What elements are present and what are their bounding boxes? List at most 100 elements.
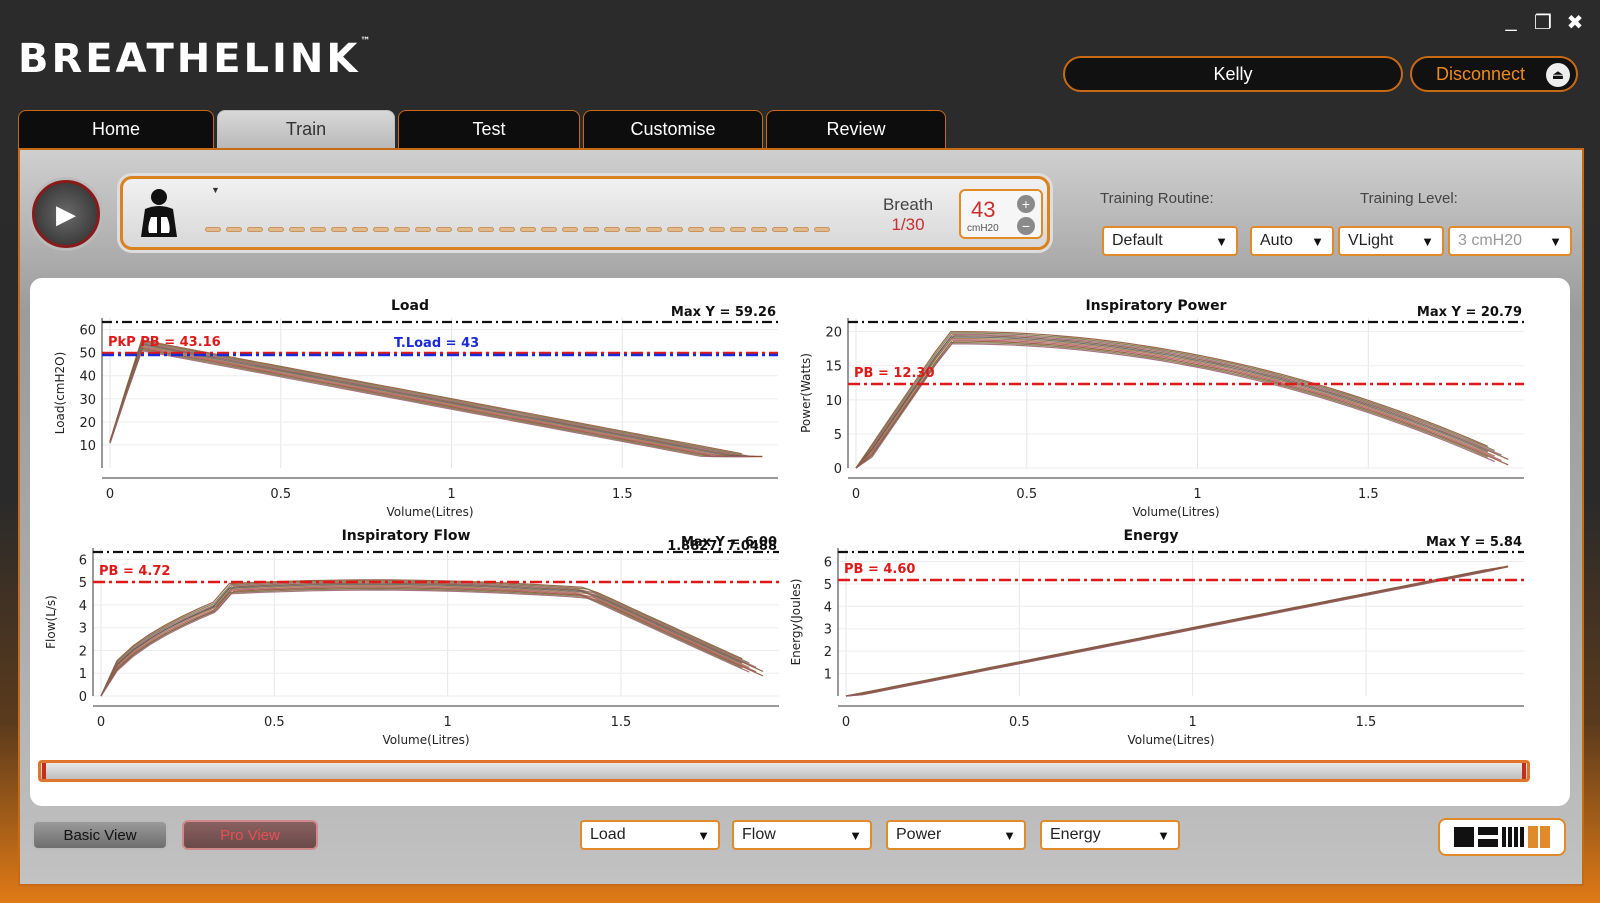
tab-review[interactable]: Review [766,110,946,148]
user-name-field[interactable]: Kelly [1063,56,1403,92]
x-tick-label: 0 [842,715,850,730]
scrubber-start-handle[interactable] [42,763,46,779]
breath-dash [373,227,389,232]
layout-grid-icon [1528,826,1550,848]
disconnect-button[interactable]: Disconnect ⏏ [1410,56,1578,92]
app-logo: BREATHELINK™ [18,36,371,82]
increase-load-button[interactable]: + [1017,195,1035,213]
restore-icon[interactable]: ❐ [1532,10,1554,35]
x-tick-label: 0.5 [264,715,285,730]
layout-single-icon [1454,827,1474,847]
breath-dash [226,227,242,232]
breath-dash [394,227,410,232]
pb-label: PB = 4.72 [99,564,170,579]
breath-dash [793,227,809,232]
chevron-down-icon: ▼ [1215,233,1228,249]
chart1-select[interactable]: Load ▼ [580,820,720,850]
play-button[interactable]: ▶ [32,180,100,248]
y-tick-label: 50 [79,347,96,362]
pb-label: PB = 12.30 [854,366,935,381]
y-tick-label: 1 [824,668,832,683]
chart3-select[interactable]: Power ▼ [886,820,1026,850]
y-axis-label: Load(cmH2O) [53,352,67,435]
routine-select[interactable]: Default ▼ [1102,226,1238,256]
pressure-select[interactable]: 3 cmH20 ▼ [1448,226,1572,256]
decrease-load-button[interactable]: − [1017,217,1035,235]
load-unit: cmH20 [967,223,999,234]
breath-dash [310,227,326,232]
target-load-label: T.Load = 43 [394,336,479,351]
breath-dash [730,227,746,232]
chart4-select[interactable]: Energy ▼ [1040,820,1180,850]
data-trace [855,343,1495,469]
data-trace [855,333,1502,469]
chevron-down-icon: ▼ [697,827,710,843]
breath-dash [499,227,515,232]
y-tick-label: 6 [79,553,87,568]
chart-title: Inspiratory Power [1085,298,1226,314]
load-value: 43 [971,197,996,222]
breath-dash [604,227,620,232]
breath-dash [415,227,431,232]
x-tick-label: 1.5 [1356,715,1377,730]
x-tick-label: 0 [97,715,105,730]
data-trace [100,583,743,697]
layout-toggle-button[interactable] [1438,818,1566,856]
x-tick-label: 1.5 [612,487,633,502]
breath-scrubber[interactable] [38,760,1530,782]
breath-dash [352,227,368,232]
level-select[interactable]: VLight ▼ [1338,226,1444,256]
y-axis-label: Power(Watts) [799,353,813,433]
data-trace [100,581,757,697]
breath-dash [205,227,221,232]
y-axis-label: Flow(L/s) [44,595,58,649]
breath-dash [772,227,788,232]
x-tick-label: 0 [106,487,114,502]
y-tick-label: 3 [79,622,87,637]
y-tick-label: 2 [79,644,87,659]
y-tick-label: 60 [79,324,96,339]
data-trace [855,339,1502,469]
pro-view-button[interactable]: Pro View [182,820,318,850]
max-label: Max Y = 5.84 [1426,535,1522,550]
y-tick-label: 20 [825,326,842,341]
y-tick-label: 5 [79,576,87,591]
data-trace [100,587,764,697]
breath-dash [331,227,347,232]
breath-dash [751,227,767,232]
breath-dash [289,227,305,232]
chevron-down-icon: ▼ [849,827,862,843]
x-axis-label: Volume(Litres) [1132,505,1219,519]
chart2-select[interactable]: Flow ▼ [732,820,872,850]
y-tick-label: 40 [79,370,96,385]
basic-view-button[interactable]: Basic View [32,820,168,850]
x-axis-label: Volume(Litres) [382,733,469,747]
breath-count: 1/30 [891,215,925,234]
chevron-down-icon: ▼ [1003,827,1016,843]
breath-dash [688,227,704,232]
y-tick-label: 10 [79,439,96,454]
chart-title: Energy [1123,528,1178,544]
y-tick-label: 10 [825,394,842,409]
scrubber-end-handle[interactable] [1522,763,1526,779]
training-routine-label: Training Routine: [1100,190,1214,207]
close-icon[interactable]: ✖ [1564,10,1586,35]
x-tick-label: 1.5 [1358,487,1379,502]
y-tick-label: 30 [79,393,96,408]
caret-icon: ▼ [211,185,220,195]
chevron-down-icon: ▼ [1421,233,1434,249]
minimize-icon[interactable]: _ [1500,10,1522,35]
disconnect-label: Disconnect [1436,63,1526,84]
breath-dash [814,227,830,232]
y-tick-label: 5 [834,428,842,443]
mode-select[interactable]: Auto ▼ [1250,226,1334,256]
tab-train[interactable]: Train [217,110,395,148]
tab-test[interactable]: Test [398,110,580,148]
lungs-icon [141,189,177,237]
breath-dash [247,227,263,232]
y-tick-label: 4 [824,600,832,615]
max-label: Max Y = 59.26 [671,305,776,320]
user-name-label: Kelly [1213,63,1253,84]
tab-customise[interactable]: Customise [583,110,763,148]
tab-home[interactable]: Home [18,110,214,148]
